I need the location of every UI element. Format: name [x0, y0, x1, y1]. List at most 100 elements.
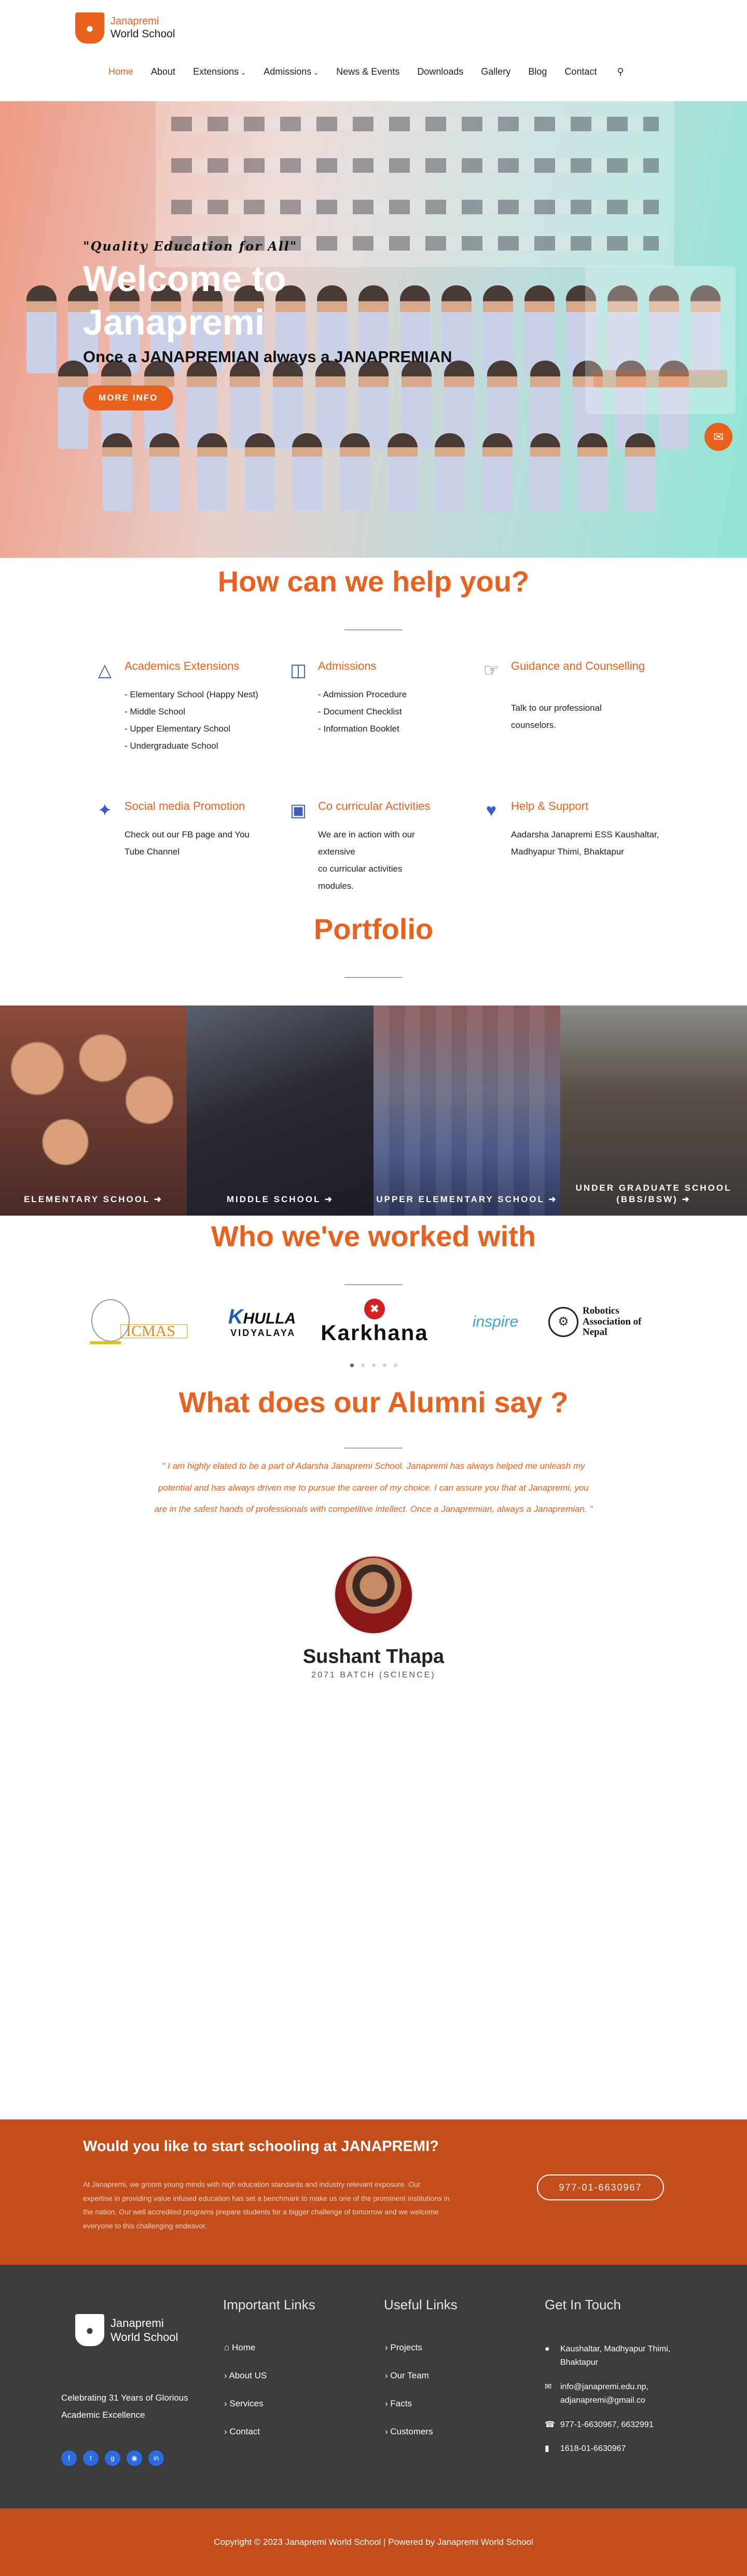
instagram-icon[interactable]: ◉: [127, 2450, 142, 2466]
social-links: f t g ◉ in: [61, 2450, 164, 2466]
footer-link-facts[interactable]: › Facts: [385, 2399, 433, 2427]
alumni-divider: [344, 1448, 403, 1449]
partner-logo-inspire[interactable]: inspire: [457, 1291, 534, 1353]
footer-link-customers[interactable]: › Customers: [385, 2427, 433, 2455]
portfolio-item-undergraduate[interactable]: UNDER GRADUATE SCHOOL (BBS/BSW) ➜: [560, 1005, 747, 1216]
arrow-right-icon: ➜: [548, 1194, 558, 1204]
chevron-right-icon: ›: [385, 2399, 388, 2408]
search-icon[interactable]: ⚲: [605, 66, 624, 77]
hero-title: Welcome to Janapremi: [83, 258, 286, 342]
footer-link-services[interactable]: › Services: [224, 2399, 267, 2427]
hero-tagline: "Quality Education for All": [83, 239, 298, 254]
copyright-bar: Copyright © 2023 Janapremi World School …: [0, 2509, 747, 2576]
envelope-icon: ✉: [545, 2382, 552, 2391]
logo-shield-icon: ●: [75, 12, 104, 44]
nav-contact[interactable]: Contact: [556, 66, 605, 77]
more-info-button[interactable]: MORE INFO: [83, 385, 174, 410]
footer-link-home[interactable]: ⌂ Home: [224, 2343, 267, 2371]
carousel-pagination: [0, 1363, 747, 1367]
arrow-right-icon: ➜: [682, 1194, 691, 1204]
logo-shield-icon: ●: [75, 2314, 104, 2346]
arrow-right-icon: ➜: [154, 1194, 163, 1204]
monitor-code-icon: ◫: [289, 660, 307, 680]
footer-link-team[interactable]: › Our Team: [385, 2371, 433, 2399]
carousel-dot[interactable]: [371, 1363, 376, 1367]
megaphone-icon: ☞: [483, 660, 500, 680]
chevron-right-icon: ›: [224, 2371, 227, 2380]
call-button[interactable]: 977-01-6630967: [537, 2174, 664, 2200]
testimonial-quote: " I am highly elated to be a part of Ada…: [154, 1461, 593, 1514]
contact-info: ● Kaushaltar, Madhyapur Thimi, Bhaktapur …: [545, 2343, 685, 2466]
site-logo[interactable]: ● Janapremi World School: [75, 12, 175, 44]
google-plus-icon[interactable]: g: [105, 2450, 120, 2466]
portfolio-item-upper-elementary[interactable]: UPPER ELEMENTARY SCHOOL ➜: [374, 1005, 560, 1216]
cart-icon: ▣: [289, 801, 307, 820]
nav-gallery[interactable]: Gallery: [472, 66, 519, 77]
nav-extensions[interactable]: Extensions ⌄: [184, 66, 255, 77]
cta-body: At Janapremi, we groom young minds with …: [83, 2180, 450, 2230]
logo-name: Janapremi: [110, 16, 159, 27]
chevron-right-icon: ›: [385, 2427, 388, 2436]
portfolio-title: Portfolio: [313, 913, 434, 945]
fax-icon: ▮: [545, 2444, 549, 2453]
useful-links-title: Useful Links: [384, 2297, 458, 2312]
partner-logo-khulla[interactable]: KHULLA VIDYALAYA: [213, 1291, 311, 1353]
nav-admissions[interactable]: Admissions ⌄: [255, 66, 327, 77]
portfolio-grid: ELEMENTARY SCHOOL ➜ MIDDLE SCHOOL ➜ UPPE…: [0, 1005, 747, 1216]
contact-phone[interactable]: 977-1-6630967, 6632991: [560, 2418, 654, 2432]
hero-form-card: [585, 266, 736, 414]
cta-section: Would you like to start schooling at JAN…: [0, 2119, 747, 2265]
facebook-icon[interactable]: f: [61, 2450, 77, 2466]
chevron-right-icon: ›: [224, 2427, 227, 2436]
carousel-dot[interactable]: [393, 1363, 397, 1367]
main-nav: Home About Extensions ⌄ Admissions ⌄ News …: [100, 66, 624, 77]
partner-logo-icmas[interactable]: ICMAS: [83, 1291, 195, 1353]
help-title: How can we help you?: [217, 565, 530, 598]
khulla-logo-icon: KHULLA: [228, 1305, 296, 1329]
footer-link-projects[interactable]: › Projects: [385, 2343, 433, 2371]
partner-logo-karkhana[interactable]: ✖ Karkhana: [312, 1291, 437, 1353]
site-footer: ● Janapremi World School Celebrating 31 …: [0, 2265, 747, 2509]
cta-title: Would you like to start schooling at JAN…: [83, 2138, 439, 2155]
logo-subname: World School: [110, 28, 175, 40]
hero-form-field[interactable]: [593, 370, 727, 388]
twitter-icon[interactable]: t: [83, 2450, 99, 2466]
footer-link-about[interactable]: › About US: [224, 2371, 267, 2399]
linkedin-icon[interactable]: in: [148, 2450, 164, 2466]
nav-downloads[interactable]: Downloads: [408, 66, 472, 77]
contact-email[interactable]: info@janapremi.edu.np, adjanapremi@gmail…: [560, 2380, 685, 2408]
carousel-dot[interactable]: [361, 1363, 365, 1367]
useful-links: › Projects › Our Team › Facts › Customer…: [385, 2343, 433, 2455]
chevron-right-icon: ›: [385, 2343, 388, 2352]
contact-fax: 1618-01-6630967: [560, 2444, 626, 2453]
alumni-title: What does our Alumni say ?: [178, 1386, 569, 1418]
partner-logo-robotics[interactable]: ⚙ Robotics Association of Nepal: [545, 1291, 669, 1353]
nav-news-events[interactable]: News & Events: [327, 66, 408, 77]
messenger-icon[interactable]: ✉: [704, 423, 732, 451]
site-header: ● Janapremi World School Home About Exte…: [0, 0, 747, 101]
nav-home[interactable]: Home: [100, 66, 142, 77]
footer-logo[interactable]: ● Janapremi World School: [75, 2314, 178, 2346]
gear-icon: ⚙: [548, 1306, 578, 1337]
wrench-icon: ✖: [364, 1299, 385, 1319]
chevron-down-icon: ⌄: [313, 69, 319, 76]
hero-subtitle: Once a JANAPREMIAN always a JANAPREMIAN: [83, 348, 452, 366]
chevron-right-icon: ›: [224, 2399, 227, 2408]
important-links-title: Important Links: [223, 2297, 315, 2312]
nav-blog[interactable]: Blog: [519, 66, 556, 77]
partners-title: Who we've worked with: [211, 1220, 536, 1252]
portfolio-item-elementary[interactable]: ELEMENTARY SCHOOL ➜: [0, 1005, 187, 1216]
portfolio-item-middle[interactable]: MIDDLE SCHOOL ➜: [187, 1005, 374, 1216]
footer-tagline: Celebrating 31 Years of Glorious Academi…: [61, 2393, 188, 2420]
hand-heart-icon: ♥: [486, 801, 497, 820]
nav-about[interactable]: About: [142, 66, 184, 77]
help-divider: [344, 629, 403, 630]
avatar: [334, 1555, 413, 1635]
carousel-dot[interactable]: [350, 1363, 354, 1367]
partners-divider: [344, 1284, 403, 1285]
carousel-dot[interactable]: [382, 1363, 386, 1367]
footer-link-contact[interactable]: › Contact: [224, 2427, 267, 2455]
hero-banner: "Quality Education for All" Welcome to J…: [0, 101, 747, 558]
tower-icon: △: [98, 660, 112, 680]
network-icon: ✦: [97, 801, 113, 820]
